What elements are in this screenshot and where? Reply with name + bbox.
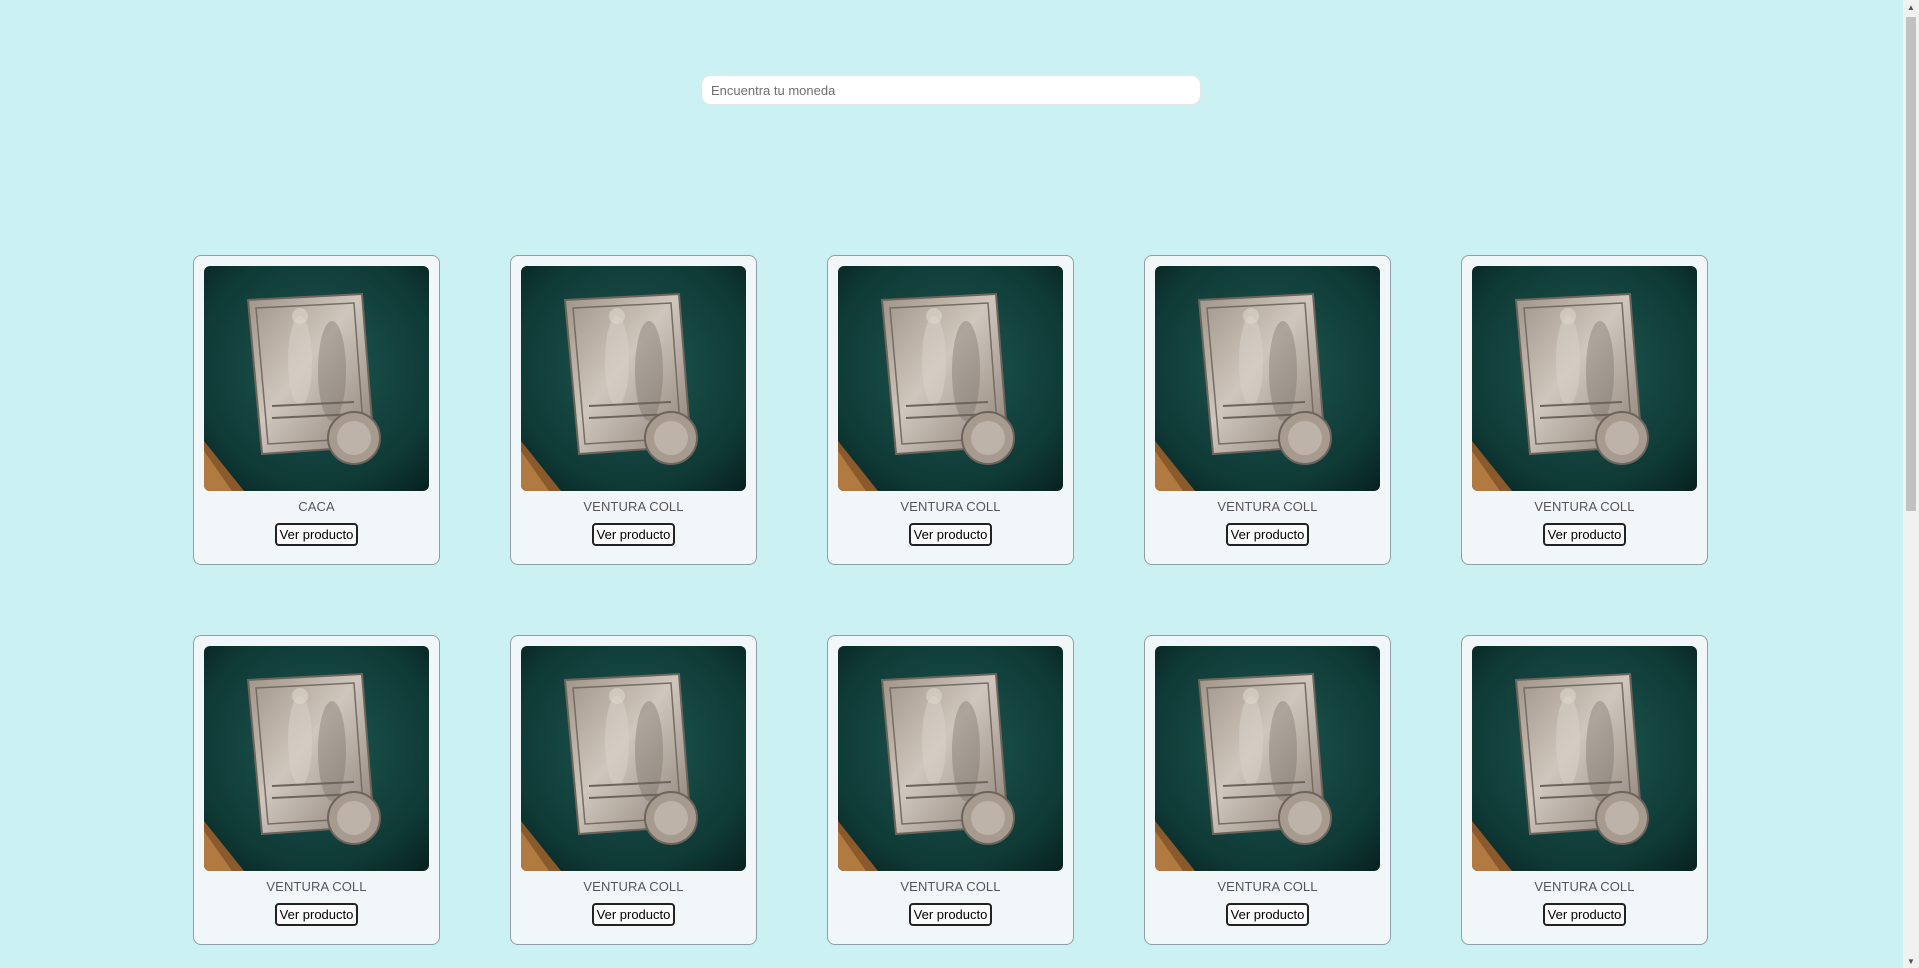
product-title: CACA	[298, 499, 335, 514]
view-product-button[interactable]: Ver producto	[1225, 523, 1310, 546]
product-title: VENTURA COLL	[1534, 879, 1635, 894]
view-product-button[interactable]: Ver producto	[1542, 903, 1627, 926]
product-title: VENTURA COLL	[1534, 499, 1635, 514]
product-image[interactable]	[1472, 646, 1697, 871]
view-product-button[interactable]: Ver producto	[274, 903, 359, 926]
view-product-button[interactable]: Ver producto	[908, 523, 993, 546]
product-image[interactable]	[1155, 266, 1380, 491]
product-card: VENTURA COLL Ver producto	[1144, 635, 1391, 945]
product-image[interactable]	[838, 266, 1063, 491]
product-grid: CACA Ver producto VENTURA COLL Ver produ…	[193, 255, 1708, 945]
product-card: VENTURA COLL Ver producto	[193, 635, 440, 945]
product-image[interactable]	[204, 266, 429, 491]
product-card: VENTURA COLL Ver producto	[1461, 255, 1708, 565]
view-product-button[interactable]: Ver producto	[908, 903, 993, 926]
product-image[interactable]	[521, 646, 746, 871]
view-product-button[interactable]: Ver producto	[591, 523, 676, 546]
scroll-up-arrow-icon[interactable]: ▲	[1903, 0, 1919, 14]
search-bar	[701, 75, 1201, 105]
product-card: VENTURA COLL Ver producto	[510, 635, 757, 945]
product-image[interactable]	[838, 646, 1063, 871]
page: CACA Ver producto	[0, 0, 1903, 968]
product-title: VENTURA COLL	[1217, 499, 1318, 514]
product-card: VENTURA COLL Ver producto	[1144, 255, 1391, 565]
view-product-button[interactable]: Ver producto	[591, 903, 676, 926]
product-image[interactable]	[521, 266, 746, 491]
product-image[interactable]	[1155, 646, 1380, 871]
product-title: VENTURA COLL	[583, 499, 684, 514]
product-title: VENTURA COLL	[583, 879, 684, 894]
product-title: VENTURA COLL	[1217, 879, 1318, 894]
view-product-button[interactable]: Ver producto	[274, 523, 359, 546]
product-card: VENTURA COLL Ver producto	[827, 635, 1074, 945]
view-product-button[interactable]: Ver producto	[1225, 903, 1310, 926]
product-title: VENTURA COLL	[900, 879, 1001, 894]
product-card: CACA Ver producto	[193, 255, 440, 565]
search-input[interactable]	[701, 75, 1201, 105]
product-card: VENTURA COLL Ver producto	[827, 255, 1074, 565]
product-title: VENTURA COLL	[266, 879, 367, 894]
scroll-down-arrow-icon[interactable]: ▼	[1903, 954, 1919, 968]
scrollbar-thumb[interactable]	[1906, 17, 1916, 511]
product-image[interactable]	[204, 646, 429, 871]
page-scrollbar[interactable]: ▲ ▼	[1903, 0, 1919, 968]
product-card: VENTURA COLL Ver producto	[1461, 635, 1708, 945]
product-card: VENTURA COLL Ver producto	[510, 255, 757, 565]
product-image[interactable]	[1472, 266, 1697, 491]
view-product-button[interactable]: Ver producto	[1542, 523, 1627, 546]
product-title: VENTURA COLL	[900, 499, 1001, 514]
